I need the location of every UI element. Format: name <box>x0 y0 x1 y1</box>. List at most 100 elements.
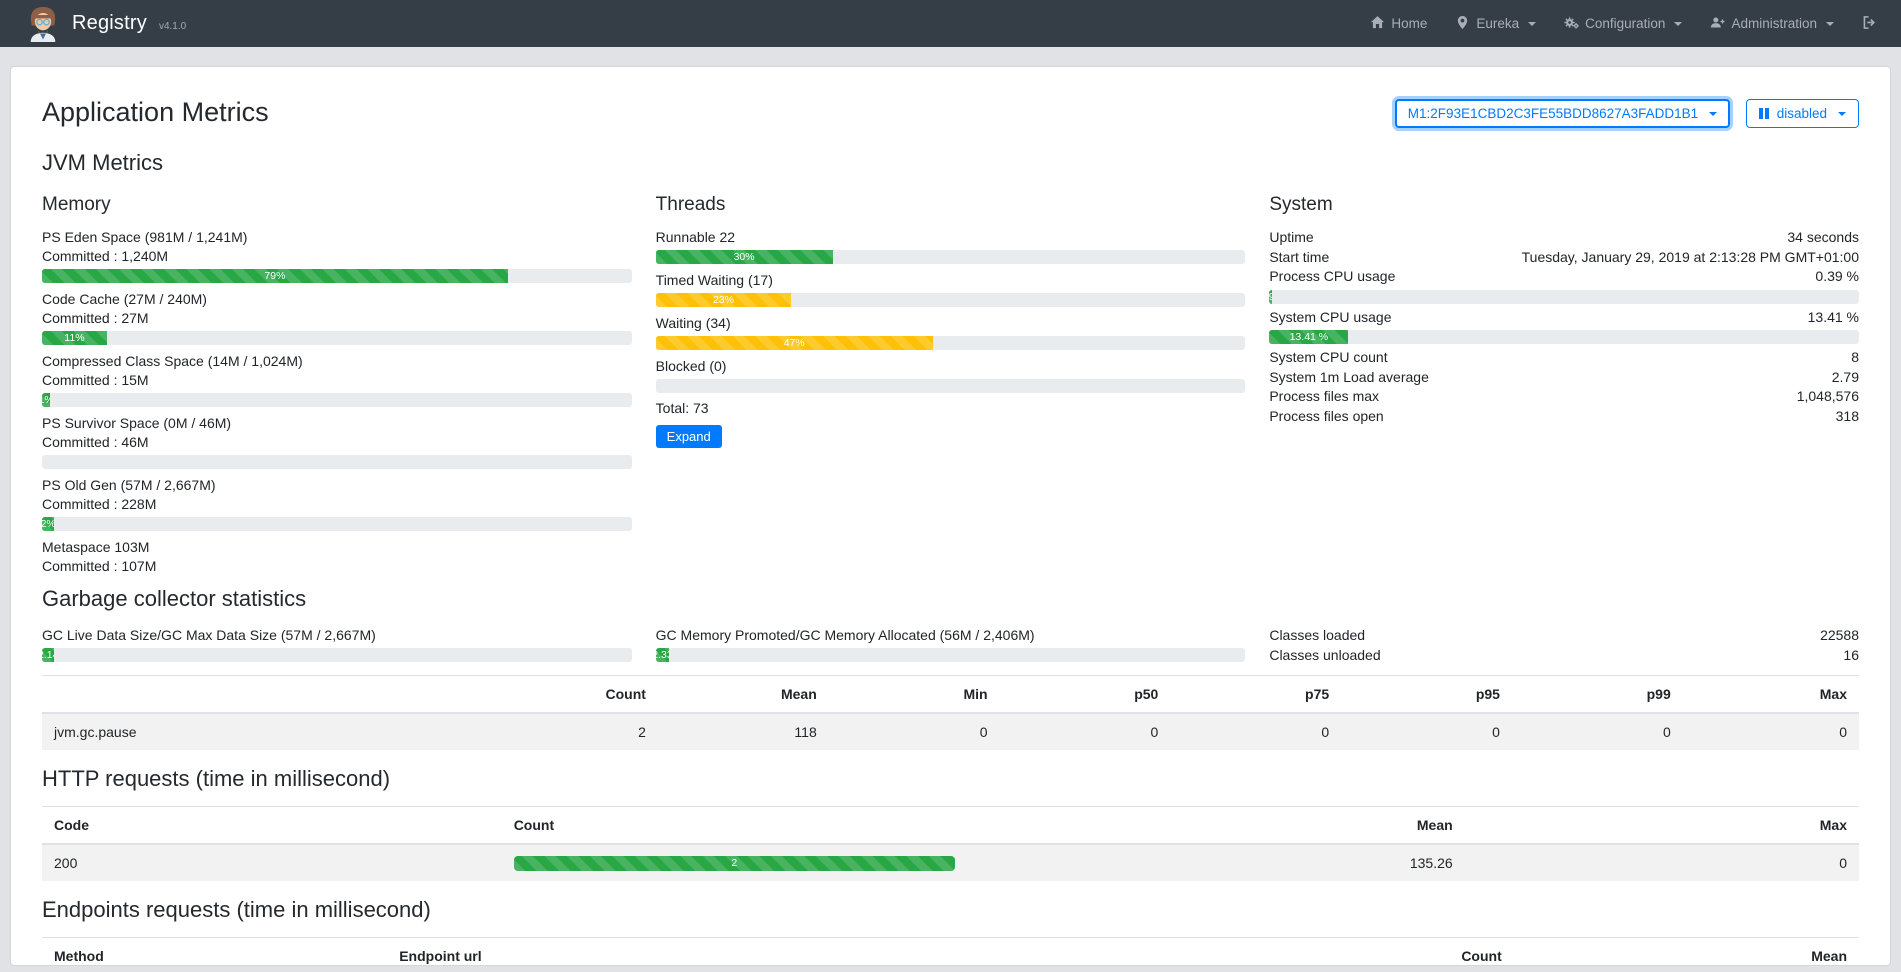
system-row-files-open: Process files open318 <box>1269 407 1859 427</box>
memory-metric-metaspace: Metaspace 103M Committed : 107M <box>42 538 632 576</box>
memory-column: Memory PS Eden Space (981M / 1,241M) Com… <box>42 190 632 576</box>
endpoints-table: Method Endpoint url Count Mean GET /mana… <box>42 937 1859 966</box>
nav-signout[interactable] <box>1862 15 1877 33</box>
home-icon <box>1370 15 1385 33</box>
column-header: p50 <box>1000 676 1171 714</box>
sign-out-icon <box>1862 15 1877 33</box>
column-header: Endpoint url <box>387 938 1150 967</box>
column-header: p95 <box>1341 676 1512 714</box>
memory-metric-old-gen: PS Old Gen (57M / 2,667M) Committed : 22… <box>42 476 632 531</box>
gc-promoted: GC Memory Promoted/GC Memory Allocated (… <box>656 626 1246 669</box>
gc-promoted-bar: 2.33 <box>656 648 1246 662</box>
progress-bar: 0% <box>656 379 1246 393</box>
thread-metric-blocked: Blocked (0) 0% <box>656 357 1246 393</box>
chevron-down-icon <box>1528 22 1536 26</box>
system-title: System <box>1269 194 1859 216</box>
navbar-menu: Home Eureka Configuration Administration <box>1370 15 1877 33</box>
thread-metric-runnable: Runnable 22 30% <box>656 228 1246 264</box>
jvm-metrics-title: JVM Metrics <box>42 150 1859 176</box>
memory-metric-eden: PS Eden Space (981M / 1,241M) Committed … <box>42 228 632 283</box>
main-content: Application Metrics M1:2F93E1CBD2C3FE55B… <box>10 66 1891 966</box>
column-header: Count <box>487 676 658 714</box>
navbar: Registry v4.1.0 Home Eureka Configuratio… <box>0 0 1901 47</box>
system-row-process-cpu: Process CPU usage0.39 % <box>1269 267 1859 287</box>
column-header: Mean <box>1514 938 1859 967</box>
map-marker-icon <box>1455 15 1470 33</box>
threads-total: Total: 73 <box>656 400 1246 416</box>
gc-classes: Classes loaded22588 Classes unloaded16 <box>1269 626 1859 669</box>
pause-icon <box>1759 108 1769 119</box>
system-cpu-bar: 13.41 % <box>1269 330 1859 344</box>
system-column: System Uptime34 seconds Start timeTuesda… <box>1269 190 1859 576</box>
count-cell: 2 <box>502 844 967 881</box>
column-header: Mean <box>658 676 829 714</box>
cogs-icon <box>1564 15 1579 33</box>
app-title: Registry <box>72 12 147 35</box>
nav-home[interactable]: Home <box>1370 15 1427 33</box>
table-row: 200 2 135.26 0 <box>42 844 1859 881</box>
column-header: Count <box>502 807 967 845</box>
memory-metric-code-cache: Code Cache (27M / 240M) Committed : 27M … <box>42 290 632 345</box>
navbar-brand-group[interactable]: Registry v4.1.0 <box>26 6 186 42</box>
column-header: Max <box>1683 676 1859 714</box>
system-row-load-average: System 1m Load average2.79 <box>1269 368 1859 388</box>
metric-name-cell: jvm.gc.pause <box>42 713 487 750</box>
table-header-row: Code Count Mean Max <box>42 807 1859 845</box>
user-plus-icon <box>1710 15 1725 33</box>
column-header: Mean <box>967 807 1465 845</box>
progress-bar: 2% <box>42 517 632 531</box>
column-header: Max <box>1465 807 1859 845</box>
system-row-files-max: Process files max1,048,576 <box>1269 387 1859 407</box>
progress-bar: 1% <box>42 393 632 407</box>
column-header: Method <box>42 938 387 967</box>
jvm-metrics-grid: Memory PS Eden Space (981M / 1,241M) Com… <box>42 190 1859 576</box>
progress-bar: 30% <box>656 250 1246 264</box>
app-version: v4.1.0 <box>159 21 186 32</box>
system-row-cpu-count: System CPU count8 <box>1269 348 1859 368</box>
progress-bar: 79% <box>42 269 632 283</box>
memory-metric-survivor: PS Survivor Space (0M / 46M) Committed :… <box>42 414 632 469</box>
nav-eureka[interactable]: Eureka <box>1455 15 1536 33</box>
http-count-bar: 2 <box>514 856 955 871</box>
expand-button[interactable]: Expand <box>656 425 722 448</box>
memory-metric-compressed-class: Compressed Class Space (14M / 1,024M) Co… <box>42 352 632 407</box>
jhipster-logo <box>26 6 60 42</box>
gc-pause-table: Count Mean Min p50 p75 p95 p99 Max jvm.g… <box>42 675 1859 750</box>
system-row-start-time: Start timeTuesday, January 29, 2019 at 2… <box>1269 248 1859 268</box>
column-header: Min <box>829 676 1000 714</box>
column-header: Count <box>1150 938 1513 967</box>
nav-administration[interactable]: Administration <box>1710 15 1834 33</box>
table-header-row: Count Mean Min p50 p75 p95 p99 Max <box>42 676 1859 714</box>
refresh-toggle-dropdown[interactable]: disabled <box>1746 99 1859 128</box>
gc-title: Garbage collector statistics <box>42 586 1859 612</box>
memory-title: Memory <box>42 194 632 216</box>
chevron-down-icon <box>1838 112 1846 116</box>
thread-metric-waiting: Waiting (34) 47% <box>656 314 1246 350</box>
progress-bar: 11% <box>42 331 632 345</box>
gc-live-bar: 2.14 <box>42 648 632 662</box>
http-requests-table: Code Count Mean Max 200 2 135.26 0 <box>42 806 1859 881</box>
gc-grid: GC Live Data Size/GC Max Data Size (57M … <box>42 626 1859 669</box>
column-header: p75 <box>1170 676 1341 714</box>
progress-bar: 0% <box>42 455 632 469</box>
column-header: p99 <box>1512 676 1683 714</box>
progress-bar: 47% <box>656 336 1246 350</box>
http-requests-title: HTTP requests (time in millisecond) <box>42 766 1859 792</box>
classes-unloaded-row: Classes unloaded16 <box>1269 646 1859 666</box>
code-cell: 200 <box>42 844 502 881</box>
table-header-row: Method Endpoint url Count Mean <box>42 938 1859 967</box>
table-row: jvm.gc.pause 2 118 0 0 0 0 0 0 <box>42 713 1859 750</box>
endpoints-requests-title: Endpoints requests (time in millisecond) <box>42 897 1859 923</box>
progress-bar: 23% <box>656 293 1246 307</box>
system-row-system-cpu: System CPU usage13.41 % <box>1269 308 1859 328</box>
instance-selector-dropdown[interactable]: M1:2F93E1CBD2C3FE55BDD8627A3FADD1B1 <box>1395 99 1730 128</box>
thread-metric-timed-waiting: Timed Waiting (17) 23% <box>656 271 1246 307</box>
column-header: Code <box>42 807 502 845</box>
chevron-down-icon <box>1826 22 1834 26</box>
mean-cell: 135.26 <box>967 844 1465 881</box>
threads-title: Threads <box>656 194 1246 216</box>
nav-configuration[interactable]: Configuration <box>1564 15 1682 33</box>
chevron-down-icon <box>1674 22 1682 26</box>
threads-column: Threads Runnable 22 30% Timed Waiting (1… <box>656 190 1246 576</box>
process-cpu-bar: 0.39 % <box>1269 290 1859 304</box>
